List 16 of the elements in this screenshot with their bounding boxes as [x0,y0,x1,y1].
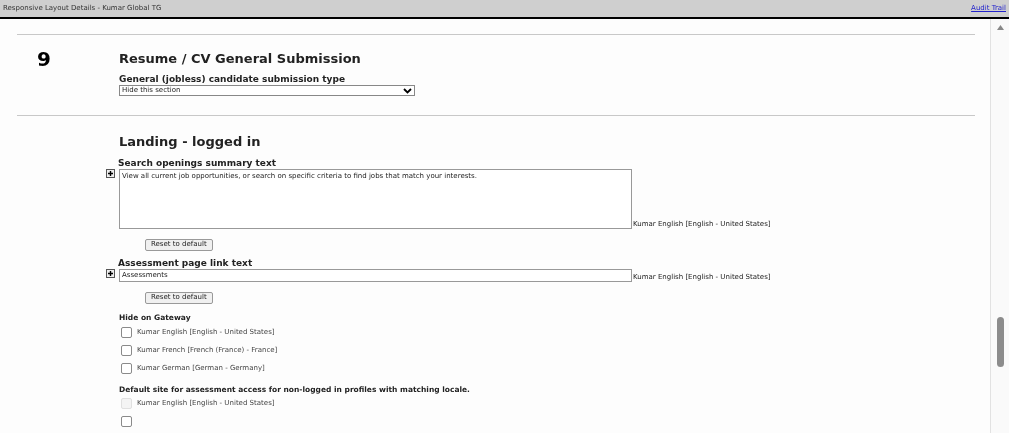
section-title: Resume / CV General Submission [119,52,362,65]
field-label: Assessment page link text [118,259,254,268]
chevron-down-icon [403,87,412,94]
landing-title: Landing - logged in [119,135,262,148]
expand-icon[interactable] [106,269,115,278]
checkbox[interactable] [121,416,132,427]
checkbox[interactable] [121,362,132,374]
field-label: General (jobless) candidate submission type [119,75,346,84]
checkbox[interactable] [121,326,132,338]
section-number: 9 [36,46,52,73]
scroll-up-icon[interactable] [996,25,1004,30]
field-label: Search openings summary text [118,159,278,168]
scrollbar[interactable] [990,19,1009,433]
expand-icon[interactable] [106,169,115,178]
checkbox[interactable] [121,344,132,356]
scroll-thumb[interactable] [996,317,1004,367]
